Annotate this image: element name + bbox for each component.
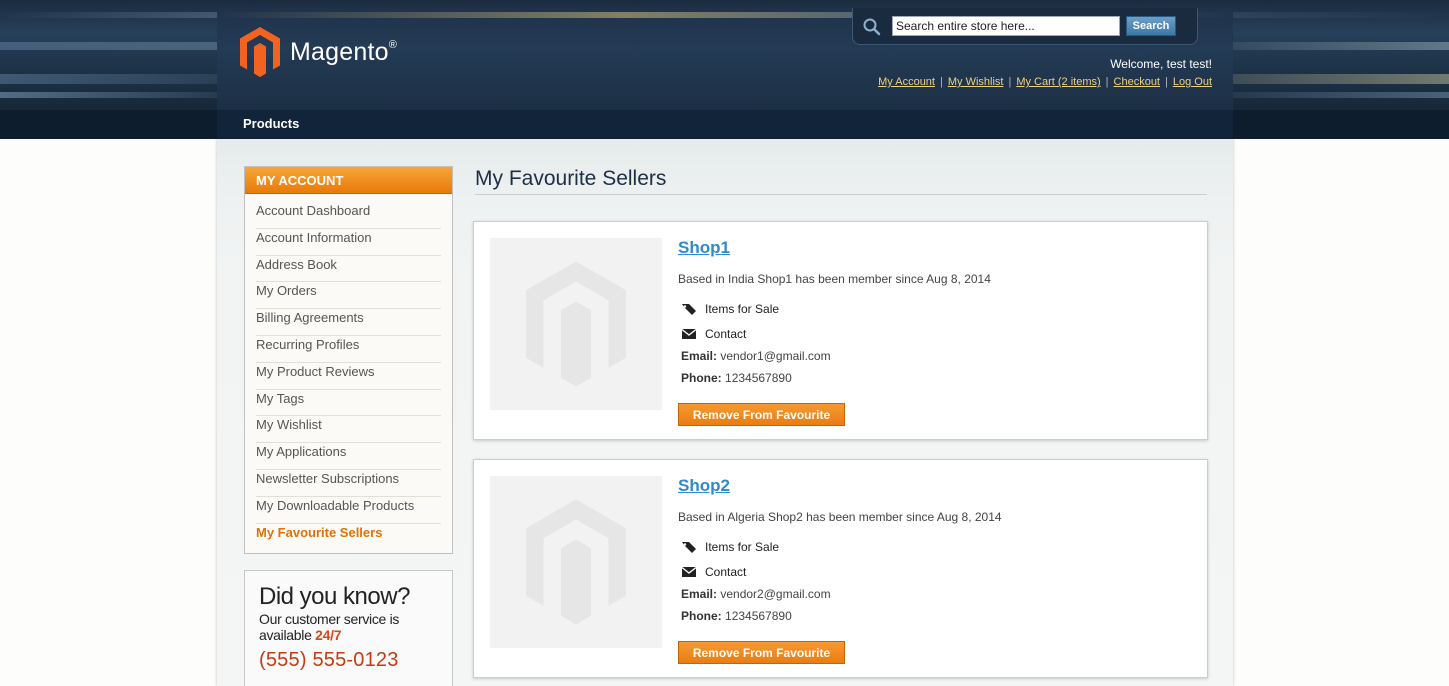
remove-from-favourite-button[interactable]: Remove From Favourite bbox=[678, 403, 845, 426]
items-for-sale-link[interactable]: Items for Sale bbox=[681, 302, 779, 316]
seller-email: Email: vendor2@gmail.com bbox=[681, 587, 831, 601]
sidebar-item-recurring-profiles[interactable]: Recurring Profiles bbox=[256, 336, 441, 363]
seller-description: Based in Algeria Shop2 has been member s… bbox=[678, 510, 1002, 524]
sidebar-item-label[interactable]: My Favourite Sellers bbox=[256, 525, 382, 540]
magento-placeholder-icon bbox=[526, 499, 626, 625]
my-account-link[interactable]: My Account bbox=[878, 76, 935, 88]
tag-icon bbox=[682, 542, 696, 553]
sidebar-item-billing-agreements[interactable]: Billing Agreements bbox=[256, 309, 441, 336]
sidebar-item-my-downloadable-products[interactable]: My Downloadable Products bbox=[256, 497, 441, 524]
contact-link[interactable]: Contact bbox=[681, 565, 746, 579]
remove-from-favourite-button[interactable]: Remove From Favourite bbox=[678, 641, 845, 664]
my-cart-link[interactable]: My Cart (2 items) bbox=[1016, 76, 1100, 88]
sidebar-item-my-orders[interactable]: My Orders bbox=[256, 282, 441, 310]
store-name: Magento® bbox=[290, 37, 398, 66]
contact-label: Contact bbox=[705, 565, 747, 579]
seller-image bbox=[490, 238, 662, 410]
my-wishlist-link[interactable]: My Wishlist bbox=[948, 76, 1004, 88]
envelope-icon bbox=[681, 328, 697, 339]
sidebar-item-my-tags[interactable]: My Tags bbox=[256, 390, 441, 417]
sidebar-item-label[interactable]: Newsletter Subscriptions bbox=[256, 471, 399, 486]
customer-service-promo: Did you know? Our customer service is av… bbox=[244, 570, 453, 686]
items-for-sale-link[interactable]: Items for Sale bbox=[681, 540, 779, 554]
account-nav-title: MY ACCOUNT bbox=[245, 167, 452, 194]
sidebar-item-my-favourite-sellers[interactable]: My Favourite Sellers bbox=[256, 524, 441, 551]
seller-card: Shop1 Based in India Shop1 has been memb… bbox=[473, 221, 1208, 440]
promo-phone: (555) 555-0123 bbox=[259, 649, 399, 671]
sidebar-item-label[interactable]: My Applications bbox=[256, 444, 346, 459]
sidebar-item-label[interactable]: My Orders bbox=[256, 283, 317, 298]
sidebar-item-account-dashboard[interactable]: Account Dashboard bbox=[256, 202, 441, 229]
sidebar-item-my-product-reviews[interactable]: My Product Reviews bbox=[256, 363, 441, 390]
sidebar-item-label[interactable]: My Downloadable Products bbox=[256, 498, 414, 513]
promo-highlight: 24/7 bbox=[315, 627, 342, 643]
search-icon bbox=[863, 18, 881, 36]
seller-card: Shop2 Based in Algeria Shop2 has been me… bbox=[473, 459, 1208, 678]
seller-email: Email: vendor1@gmail.com bbox=[681, 349, 831, 363]
sidebar-item-label[interactable]: My Product Reviews bbox=[256, 364, 374, 379]
nav-item-products[interactable]: Products bbox=[243, 116, 299, 131]
contact-link[interactable]: Contact bbox=[681, 327, 746, 341]
magento-logo-icon bbox=[240, 27, 280, 77]
envelope-icon bbox=[681, 566, 697, 577]
seller-phone: Phone: 1234567890 bbox=[681, 609, 792, 623]
page-title: My Favourite Sellers bbox=[475, 167, 667, 190]
sidebar-item-label[interactable]: Recurring Profiles bbox=[256, 337, 359, 352]
sidebar-item-account-information[interactable]: Account Information bbox=[256, 229, 441, 256]
sidebar-item-label[interactable]: My Wishlist bbox=[256, 417, 322, 432]
magento-placeholder-icon bbox=[526, 261, 626, 387]
promo-line: available 24/7 bbox=[259, 627, 342, 643]
checkout-link[interactable]: Checkout bbox=[1114, 76, 1160, 88]
search-button[interactable]: Search bbox=[1126, 16, 1176, 36]
nav-bar bbox=[0, 110, 1449, 139]
sidebar-item-my-applications[interactable]: My Applications bbox=[256, 443, 441, 470]
contact-label: Contact bbox=[705, 327, 747, 341]
title-divider bbox=[475, 194, 1207, 195]
seller-image bbox=[490, 476, 662, 648]
items-for-sale-label: Items for Sale bbox=[705, 302, 780, 316]
sidebar-item-label[interactable]: Billing Agreements bbox=[256, 310, 364, 325]
search-input[interactable] bbox=[892, 16, 1120, 36]
sidebar-item-label[interactable]: My Tags bbox=[256, 391, 304, 406]
promo-title: Did you know? bbox=[259, 583, 410, 610]
seller-description: Based in India Shop1 has been member sin… bbox=[678, 272, 991, 286]
sidebar-item-label[interactable]: Account Information bbox=[256, 230, 372, 245]
tag-icon bbox=[682, 304, 696, 315]
log-out-link[interactable]: Log Out bbox=[1173, 76, 1212, 88]
seller-name-link[interactable]: Shop1 bbox=[678, 238, 730, 258]
sidebar-item-my-wishlist[interactable]: My Wishlist bbox=[256, 416, 441, 444]
sidebar-item-label[interactable]: Address Book bbox=[256, 257, 337, 272]
store-logo[interactable]: Magento® bbox=[240, 27, 397, 77]
sidebar-item-address-book[interactable]: Address Book bbox=[256, 256, 441, 283]
sidebar-item-label[interactable]: Account Dashboard bbox=[256, 203, 370, 218]
top-links: My Account | My Wishlist | My Cart (2 items)… bbox=[878, 76, 1212, 88]
seller-name-link[interactable]: Shop2 bbox=[678, 476, 730, 496]
account-nav-list: Account Dashboard Account Information Ad… bbox=[245, 194, 452, 550]
items-for-sale-label: Items for Sale bbox=[705, 540, 780, 554]
account-navigation: MY ACCOUNT Account Dashboard Account Inf… bbox=[244, 166, 453, 554]
sidebar-item-newsletter-subscriptions[interactable]: Newsletter Subscriptions bbox=[256, 470, 441, 497]
promo-line: Our customer service is bbox=[259, 611, 400, 627]
seller-phone: Phone: 1234567890 bbox=[681, 371, 792, 385]
welcome-message: Welcome, test test! bbox=[1110, 57, 1212, 71]
